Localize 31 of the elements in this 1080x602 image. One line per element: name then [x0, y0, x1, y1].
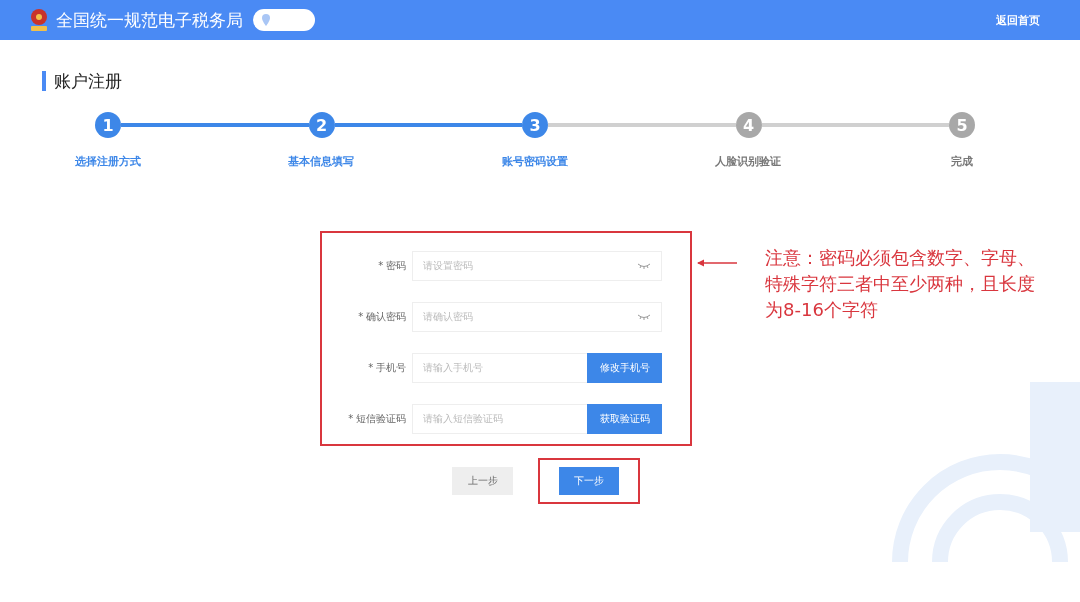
location-selector[interactable]	[253, 9, 315, 31]
previous-button[interactable]: 上一步	[452, 467, 513, 495]
step-label: 完成	[950, 155, 973, 168]
field-button[interactable]: 修改手机号	[587, 353, 662, 383]
step-label: 账号密码设置	[501, 155, 568, 168]
field-label: * 确认密码	[357, 310, 407, 324]
annotation-text: 注意：密码必须包含数字、字母、特殊字符三者中至少两种，且长度为8-16个字符	[765, 246, 1036, 322]
step-number: 2	[308, 112, 335, 138]
field-button[interactable]: 获取验证码	[587, 404, 662, 434]
step-label: 选择注册方式	[74, 155, 141, 168]
step-label: 基本信息填写	[288, 155, 355, 168]
page-title: 账户注册	[54, 69, 122, 93]
next-button[interactable]: 下一步	[559, 467, 619, 495]
eye-closed-icon[interactable]	[637, 263, 651, 269]
annotation-arrow	[697, 259, 737, 267]
field-label: * 手机号	[367, 361, 407, 375]
emblem-icon	[28, 8, 50, 32]
field-label: * 密码	[377, 259, 407, 273]
step-label: 人脸识别验证	[715, 155, 782, 168]
eye-closed-icon[interactable]	[637, 314, 651, 320]
password-field[interactable]: 请确认密码	[412, 302, 662, 332]
home-link[interactable]: 返回首页	[996, 12, 1040, 28]
input-field[interactable]: 请输入手机号	[412, 353, 588, 383]
step-number: 1	[95, 112, 121, 138]
step-number: 4	[735, 112, 762, 138]
location-pin-icon	[261, 14, 271, 26]
input-field[interactable]: 请输入短信验证码	[412, 404, 588, 434]
step-number: 5	[949, 112, 975, 138]
field-label: * 短信验证码	[347, 412, 407, 426]
step-number: 3	[522, 112, 548, 138]
site-title: 全国统一规范电子税务局	[56, 8, 243, 32]
